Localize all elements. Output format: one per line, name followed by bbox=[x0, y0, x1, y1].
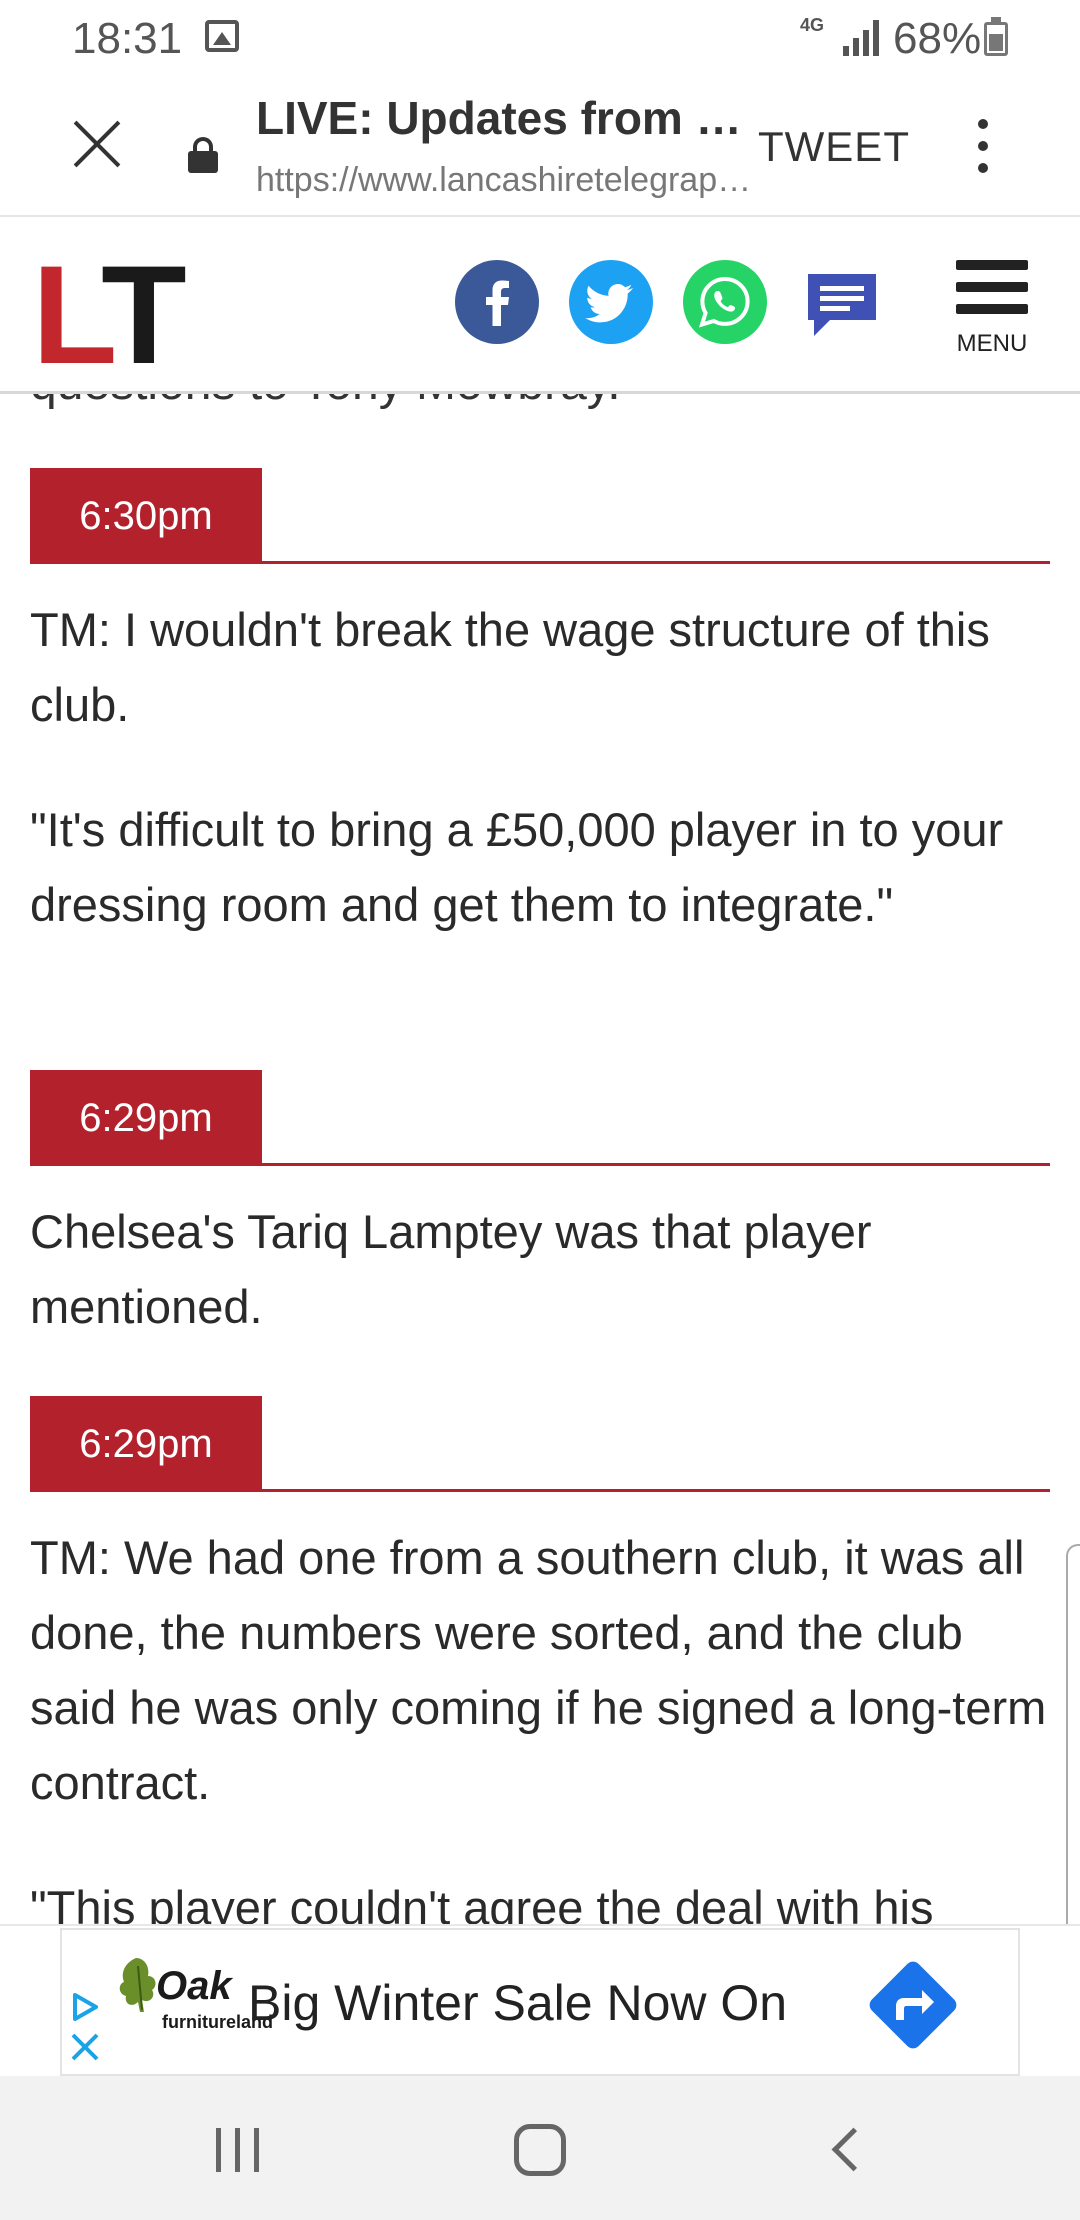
timestamp-badge: 6:29pm bbox=[30, 1070, 262, 1166]
entry-paragraph: TM: We had one from a southern club, it … bbox=[30, 1531, 1047, 1809]
timestamp-badge: 6:29pm bbox=[30, 1396, 262, 1492]
entry-paragraph: TM: I wouldn't break the wage structure … bbox=[30, 603, 990, 731]
timestamp-row: 6:30pm bbox=[30, 468, 1050, 564]
ad-brand: Oak bbox=[156, 1964, 232, 2008]
cutoff-text: questions to Tony Mowbray. bbox=[30, 394, 621, 411]
tweet-button[interactable]: TWEET bbox=[758, 123, 910, 171]
close-icon[interactable] bbox=[70, 117, 124, 171]
whatsapp-icon bbox=[698, 276, 750, 328]
ad-banner[interactable]: Oak furnitureland Big Winter Sale Now On bbox=[0, 1924, 1080, 2076]
live-entry: 6:29pm TM: We had one from a southern cl… bbox=[30, 1396, 1050, 1924]
oak-leaf-icon bbox=[119, 1958, 156, 2012]
network-type: 4G bbox=[800, 15, 825, 35]
twitter-icon bbox=[585, 284, 633, 323]
site-header: LT MENU bbox=[0, 218, 1080, 394]
browser-toolbar: LIVE: Updates from Ro… https://www.lanca… bbox=[0, 75, 1080, 217]
directions-arrow-icon[interactable] bbox=[858, 1950, 968, 2060]
facebook-icon bbox=[486, 280, 509, 326]
live-entry: 6:30pm TM: I wouldn't break the wage str… bbox=[30, 468, 1050, 942]
comment-icon bbox=[808, 274, 876, 336]
back-icon[interactable] bbox=[826, 2130, 866, 2170]
timestamp-badge: 6:30pm bbox=[30, 468, 262, 564]
menu-label: MENU bbox=[956, 330, 1028, 357]
system-nav-bar bbox=[0, 2076, 1080, 2220]
twitter-share-button[interactable] bbox=[569, 260, 653, 344]
advertiser-logo: Oak furnitureland bbox=[112, 1954, 273, 2044]
more-options-icon[interactable] bbox=[974, 119, 994, 179]
site-logo[interactable]: LT bbox=[32, 245, 187, 385]
recent-apps-icon[interactable] bbox=[216, 2128, 260, 2172]
page-title[interactable]: LIVE: Updates from Ro… bbox=[256, 91, 756, 145]
timestamp-row: 6:29pm bbox=[30, 1396, 1050, 1492]
menu-button[interactable]: MENU bbox=[950, 260, 1034, 370]
ad-box[interactable]: Oak furnitureland Big Winter Sale Now On bbox=[60, 1928, 1020, 2076]
signal-icon bbox=[843, 20, 883, 56]
battery-icon bbox=[984, 17, 1008, 56]
live-entry: 6:29pm Chelsea's Tariq Lamptey was that … bbox=[30, 1070, 1050, 1344]
live-blog-feed[interactable]: questions to Tony Mowbray. 6:30pm TM: I … bbox=[0, 394, 1080, 1924]
status-time: 18:31 bbox=[72, 14, 183, 63]
page-url[interactable]: https://www.lancashiretelegrap… bbox=[256, 161, 756, 200]
home-icon[interactable] bbox=[514, 2124, 566, 2176]
entry-paragraph: Chelsea's Tariq Lamptey was that player … bbox=[30, 1205, 872, 1333]
entry-paragraph: "It's difficult to bring a £50,000 playe… bbox=[30, 803, 1004, 931]
battery-percent: 68% bbox=[893, 14, 982, 63]
whatsapp-share-button[interactable] bbox=[683, 260, 767, 344]
ad-headline[interactable]: Big Winter Sale Now On bbox=[248, 1974, 787, 2032]
divider bbox=[262, 1163, 1050, 1166]
status-bar: 18:31 4G 68% bbox=[0, 0, 1080, 75]
lock-icon[interactable] bbox=[186, 137, 220, 173]
divider bbox=[262, 561, 1050, 564]
timestamp-row: 6:29pm bbox=[30, 1070, 1050, 1166]
entry-paragraph: "This player couldn't agree the deal wit… bbox=[30, 1881, 934, 1924]
scroll-handle[interactable] bbox=[1066, 1544, 1080, 1924]
adchoices-icon[interactable] bbox=[70, 1992, 100, 2022]
close-ad-icon[interactable] bbox=[70, 2032, 100, 2062]
comments-button[interactable] bbox=[804, 270, 880, 342]
divider bbox=[262, 1489, 1050, 1492]
gallery-notification-icon bbox=[205, 20, 239, 52]
facebook-share-button[interactable] bbox=[455, 260, 539, 344]
